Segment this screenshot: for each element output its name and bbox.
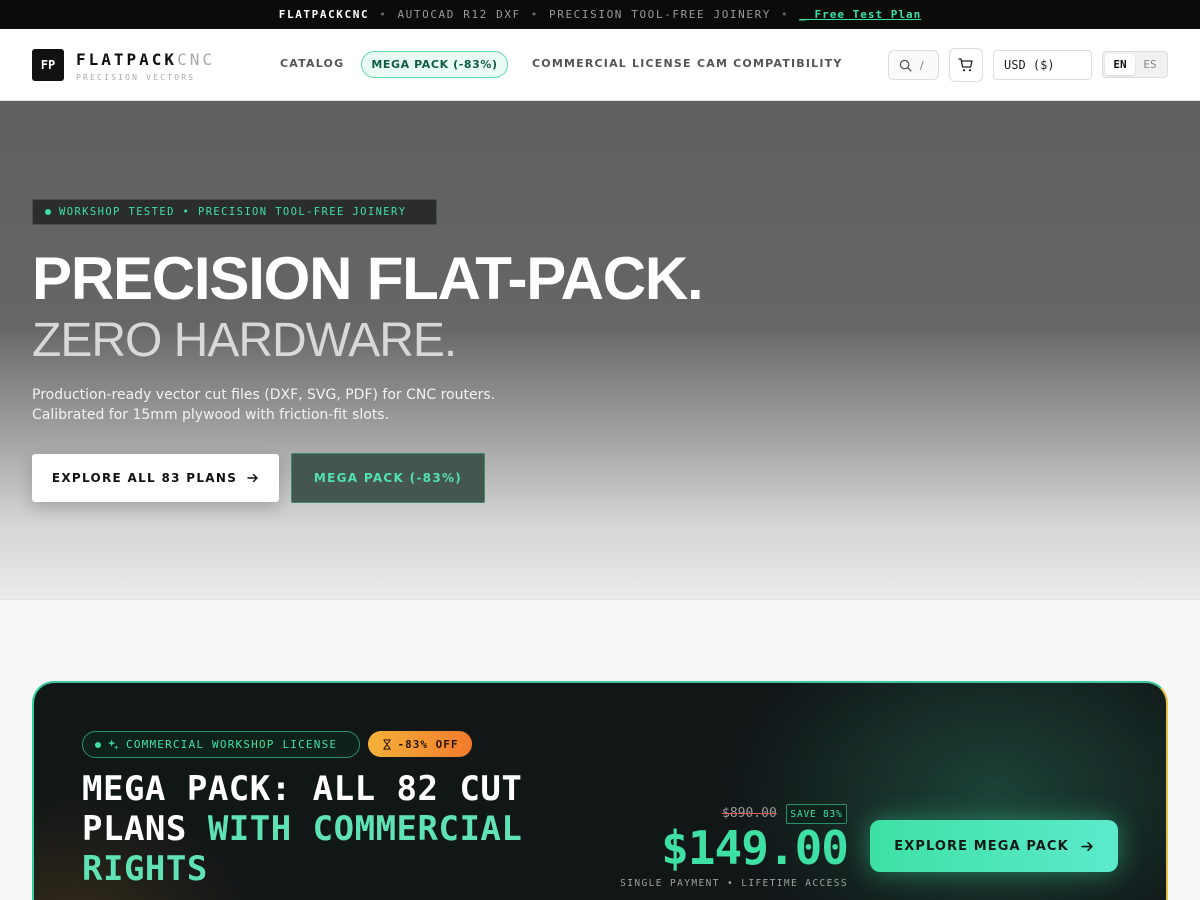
hero-subtitle: ZERO HARDWARE. xyxy=(32,314,457,367)
topbar-tagline: PRECISION TOOL-FREE JOINERY xyxy=(549,8,772,21)
explore-mega-pack-button[interactable]: EXPLORE MEGA PACK xyxy=(870,820,1118,872)
hero-badge: WORKSHOP TESTED • PRECISION TOOL-FREE JO… xyxy=(32,199,437,225)
hero-section: WORKSHOP TESTED • PRECISION TOOL-FREE JO… xyxy=(0,101,1200,600)
topbar-separator: • xyxy=(781,8,790,21)
explore-mega-pack-label: EXPLORE MEGA PACK xyxy=(894,838,1069,854)
price-note: SINGLE PAYMENT • LIFETIME ACCESS xyxy=(620,878,848,889)
nav-cam-compatibility[interactable]: CAM COMPATIBILITY xyxy=(697,57,843,70)
commercial-license-badge-text: COMMERCIAL WORKSHOP LICENSE xyxy=(126,738,338,751)
topbar-separator: • xyxy=(379,8,388,21)
discount-badge-text: -83% OFF xyxy=(397,737,459,751)
explore-all-plans-label: EXPLORE ALL 83 PLANS xyxy=(51,471,238,485)
topbar-brand: FLATPACKCNC xyxy=(278,8,370,21)
logo-name-main: FLATPACK xyxy=(76,50,178,69)
lang-en-button[interactable]: EN xyxy=(1105,54,1135,75)
logo-name[interactable]: FLATPACKCNC xyxy=(76,50,215,69)
arrow-right-icon xyxy=(1081,841,1093,851)
announcement-bar: FLATPACKCNC • AUTOCAD R12 DXF • PRECISIO… xyxy=(0,0,1200,29)
mega-pack-title: MEGA PACK: ALL 82 CUT PLANS WITH COMMERC… xyxy=(82,769,552,889)
cart-icon xyxy=(958,58,973,72)
hero-badge-text: WORKSHOP TESTED • PRECISION TOOL-FREE JO… xyxy=(59,206,407,218)
currency-select[interactable]: USD ($) xyxy=(993,50,1092,80)
current-price: $149.00 xyxy=(661,821,849,875)
arrow-right-icon xyxy=(247,473,258,483)
nav-mega-pack[interactable]: MEGA PACK (-83%) xyxy=(361,51,508,78)
status-dot-icon xyxy=(95,741,101,748)
lang-es-button[interactable]: ES xyxy=(1135,54,1165,75)
logo-name-suffix: CNC xyxy=(177,50,215,69)
mega-pack-card: COMMERCIAL WORKSHOP LICENSE -83% OFF MEG… xyxy=(32,681,1168,900)
site-header: FP FLATPACKCNC PRECISION VECTORS CATALOG… xyxy=(0,29,1200,101)
sparkle-icon xyxy=(108,739,119,750)
free-test-plan-link[interactable]: _ Free Test Plan xyxy=(799,8,921,21)
nav-catalog[interactable]: CATALOG xyxy=(280,57,344,70)
topbar-separator: • xyxy=(530,8,540,21)
original-price: $890.00 xyxy=(722,806,777,821)
language-switcher: EN ES xyxy=(1102,51,1168,78)
discount-badge: -83% OFF xyxy=(368,731,472,757)
hourglass-icon xyxy=(382,738,391,750)
cart-button[interactable] xyxy=(949,48,983,82)
hero-title: PRECISION FLAT-PACK. xyxy=(32,245,704,312)
hero-mega-pack-button[interactable]: MEGA PACK (-83%) xyxy=(291,453,485,503)
search-button[interactable]: / xyxy=(888,50,939,80)
search-shortcut: / xyxy=(920,58,924,72)
logo-subtitle: PRECISION VECTORS xyxy=(76,73,196,82)
hero-description: Production-ready vector cut files (DXF, … xyxy=(32,387,496,423)
nav-commercial-license[interactable]: COMMERCIAL LICENSE xyxy=(532,57,692,70)
logo-mark[interactable]: FP xyxy=(32,49,64,81)
status-dot-icon xyxy=(45,209,51,215)
explore-all-plans-button[interactable]: EXPLORE ALL 83 PLANS xyxy=(32,454,279,502)
search-icon xyxy=(899,59,912,72)
topbar-format: AUTOCAD R12 DXF xyxy=(397,8,521,21)
commercial-license-badge: COMMERCIAL WORKSHOP LICENSE xyxy=(82,731,360,758)
